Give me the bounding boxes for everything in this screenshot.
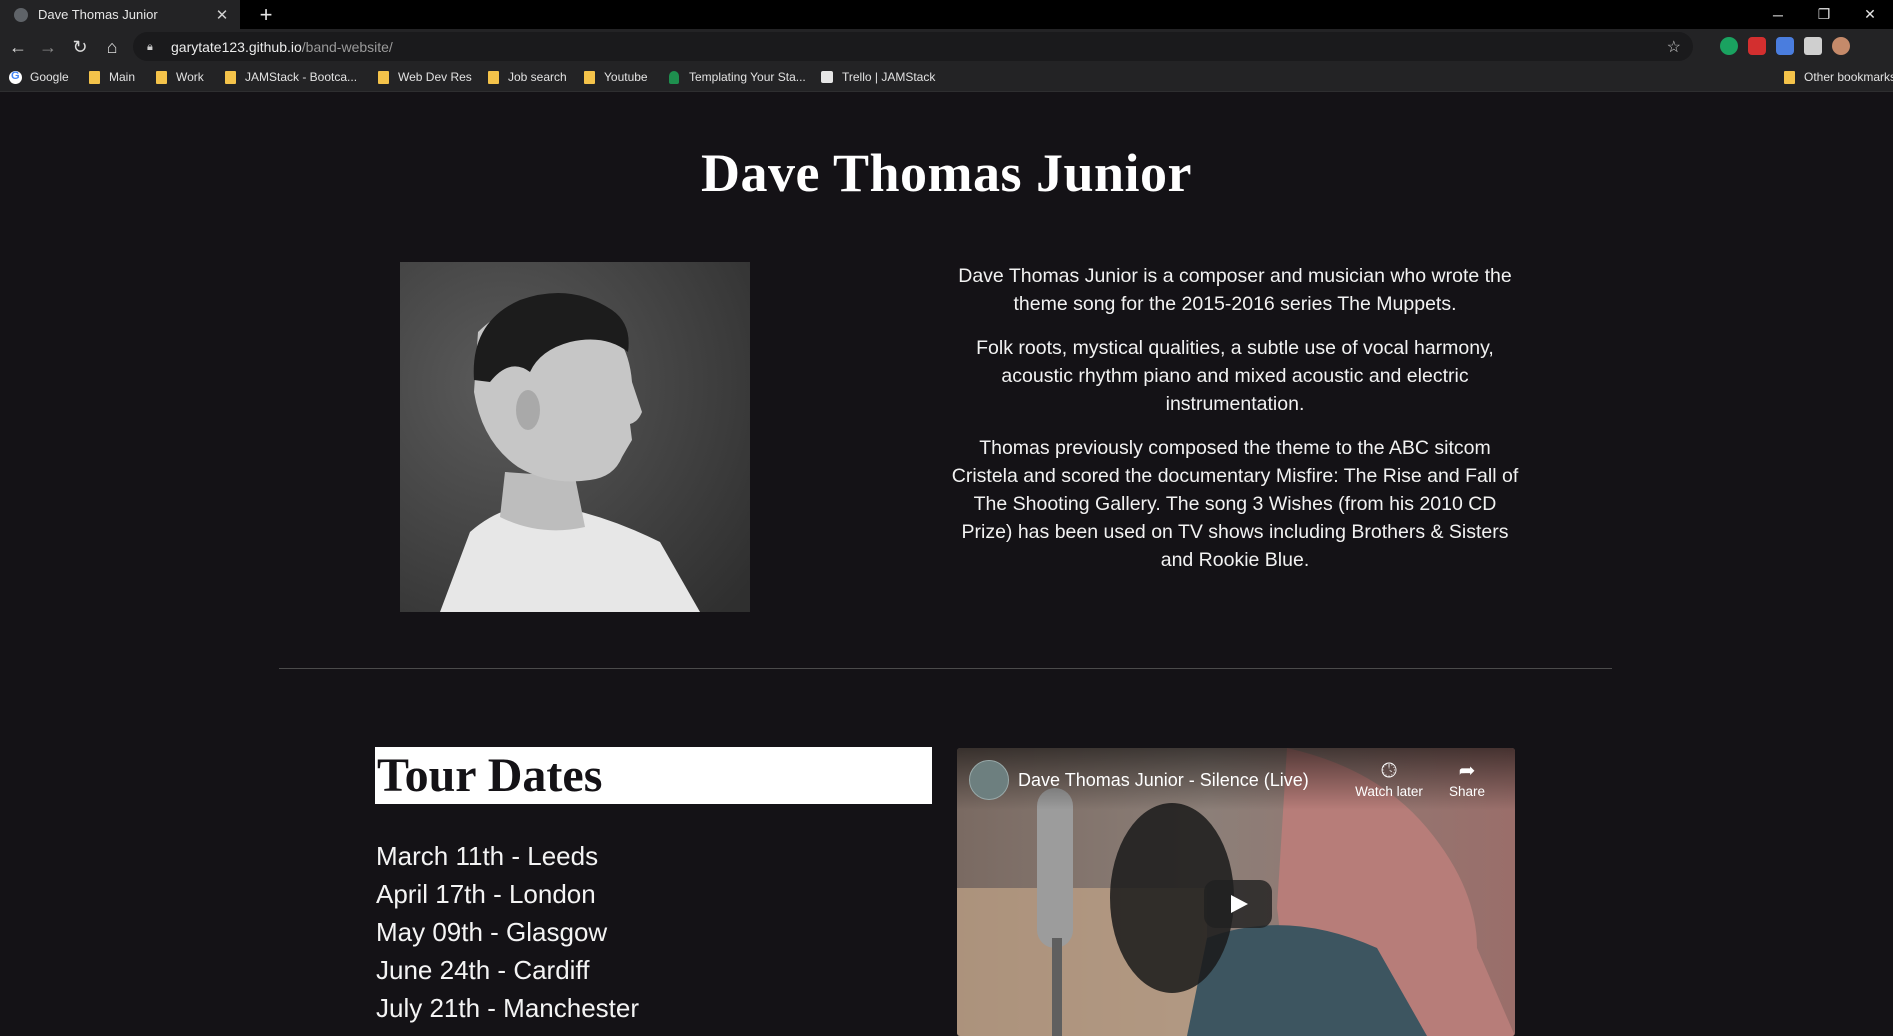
- tour-dates-list: March 11th - Leeds April 17th - London M…: [376, 837, 639, 1027]
- browser-tab-active[interactable]: Dave Thomas Junior ✕: [0, 0, 240, 29]
- tour-date-item: June 24th - Cardiff: [376, 955, 590, 985]
- close-tab-icon[interactable]: ✕: [212, 6, 232, 24]
- watch-later-button[interactable]: 🕓︎ Watch later: [1349, 758, 1429, 799]
- url-path: /band-website/: [301, 38, 393, 55]
- section-divider: [279, 668, 1612, 669]
- watch-later-label: Watch later: [1355, 784, 1423, 799]
- address-bar[interactable]: 🔒︎ garytate123.github.io/band-website/ ☆: [133, 32, 1693, 61]
- bookmark-google[interactable]: Google: [9, 70, 69, 84]
- red-extension-icon[interactable]: [1748, 37, 1766, 55]
- profile-avatar[interactable]: [1832, 37, 1850, 55]
- bookmark-other[interactable]: Other bookmarks: [1784, 70, 1893, 84]
- tour-dates-heading: Tour Dates: [375, 747, 932, 804]
- page-content: Dave Thomas Junior Dave Thomas Junior is…: [0, 92, 1893, 1036]
- bookmark-work[interactable]: Work: [156, 70, 204, 84]
- bookmark-youtube[interactable]: Youtube: [584, 70, 648, 84]
- bookmark-job-search[interactable]: Job search: [488, 70, 567, 84]
- artist-bio: Dave Thomas Junior is a composer and mus…: [950, 262, 1520, 590]
- folder-icon: [156, 70, 167, 84]
- restore-button[interactable]: ❐: [1801, 0, 1847, 29]
- globe-icon: [14, 7, 28, 22]
- trello-icon: [821, 71, 833, 83]
- share-button[interactable]: ➦ Share: [1427, 758, 1507, 799]
- bookmark-label: Trello | JAMStack: [842, 70, 936, 84]
- puzzle-extensions-icon[interactable]: [1804, 37, 1822, 55]
- extensions-area: [1720, 37, 1850, 55]
- tour-date-item: July 21th - Manchester: [376, 993, 640, 1023]
- bookmark-label: Job search: [508, 70, 567, 84]
- folder-icon: [89, 70, 100, 84]
- grammarly-extension-icon[interactable]: [1720, 37, 1738, 55]
- home-button[interactable]: ⌂: [98, 33, 126, 61]
- browser-toolbar: ← → ↻ ⌂ 🔒︎ garytate123.github.io/band-we…: [0, 29, 1893, 64]
- folder-icon: [488, 70, 499, 84]
- google-icon: [9, 70, 22, 84]
- lock-icon: 🔒︎: [147, 40, 153, 53]
- page-icon: [669, 70, 679, 84]
- tab-strip: Dave Thomas Junior ✕ + ─ ❐ ✕: [0, 0, 1893, 29]
- bookmark-star-icon[interactable]: ☆: [1667, 37, 1681, 57]
- bookmark-templating[interactable]: Templating Your Sta...: [669, 70, 806, 84]
- close-window-button[interactable]: ✕: [1847, 0, 1893, 29]
- artist-portrait: [400, 262, 750, 612]
- bookmark-label: Templating Your Sta...: [689, 70, 806, 84]
- clock-icon: 🕓︎: [1381, 760, 1397, 782]
- bookmark-main[interactable]: Main: [89, 70, 135, 84]
- folder-icon: [584, 70, 595, 84]
- bookmark-label: JAMStack - Bootca...: [245, 70, 358, 84]
- minimize-button[interactable]: ─: [1755, 0, 1801, 29]
- bio-paragraph: Thomas previously composed the theme to …: [951, 437, 1519, 571]
- bio-paragraph: Folk roots, mystical qualities, a subtle…: [976, 337, 1494, 415]
- bookmark-label: Work: [176, 70, 204, 84]
- video-title[interactable]: Dave Thomas Junior - Silence (Live): [1018, 770, 1309, 791]
- blue-extension-icon[interactable]: [1776, 37, 1794, 55]
- bookmark-label: Main: [109, 70, 136, 84]
- reload-button[interactable]: ↻: [66, 33, 94, 61]
- back-button[interactable]: ←: [4, 33, 32, 61]
- site-title: Dave Thomas Junior: [700, 143, 1193, 203]
- folder-icon: [225, 70, 236, 84]
- portrait-image: [400, 262, 750, 612]
- play-button[interactable]: [1204, 880, 1272, 928]
- bookmark-label: Other bookmarks: [1804, 70, 1893, 84]
- folder-icon: [378, 70, 389, 84]
- bookmark-label: Web Dev Res: [398, 70, 472, 84]
- share-icon: ➦: [1458, 760, 1476, 782]
- url-host: garytate123.github.io: [171, 38, 302, 55]
- forward-button[interactable]: →: [34, 33, 62, 61]
- new-tab-button[interactable]: +: [252, 0, 280, 29]
- bio-paragraph: Dave Thomas Junior is a composer and mus…: [958, 265, 1512, 315]
- bookmark-jamstack-bootcamp[interactable]: JAMStack - Bootca...: [225, 70, 357, 84]
- channel-avatar[interactable]: [969, 760, 1009, 800]
- youtube-embed[interactable]: Dave Thomas Junior - Silence (Live) 🕓︎ W…: [957, 748, 1515, 1036]
- folder-icon: [1784, 70, 1795, 84]
- tour-date-item: April 17th - London: [376, 879, 596, 909]
- bookmark-label: Youtube: [604, 70, 648, 84]
- tab-title: Dave Thomas Junior: [38, 7, 158, 22]
- bookmark-web-dev-res[interactable]: Web Dev Res: [378, 70, 472, 84]
- bookmarks-bar: Google Main Work JAMStack - Bootca... We…: [0, 64, 1893, 92]
- bookmark-trello[interactable]: Trello | JAMStack: [821, 70, 935, 84]
- bookmark-label: Google: [30, 70, 69, 84]
- window-controls: ─ ❐ ✕: [1755, 0, 1893, 29]
- tour-date-item: May 09th - Glasgow: [376, 917, 608, 947]
- share-label: Share: [1448, 784, 1486, 799]
- tour-date-item: March 11th - Leeds: [376, 841, 599, 871]
